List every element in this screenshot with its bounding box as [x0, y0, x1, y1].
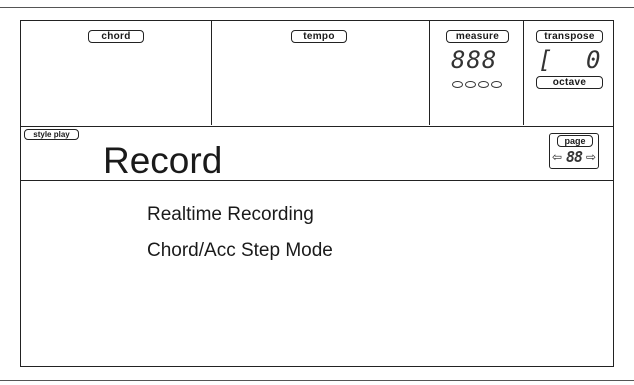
bottom-rule: [0, 380, 634, 381]
measure-cell: measure 888: [430, 21, 524, 125]
page-right-arrow-icon[interactable]: ⇨: [586, 151, 596, 163]
beat-indicator: [465, 81, 476, 88]
top-rule: [0, 7, 634, 8]
octave-label: octave: [536, 76, 603, 89]
chord-label: chord: [88, 30, 144, 43]
page-nav: ⇦ 88 ⇨: [552, 148, 596, 166]
menu-item-chord-acc-step-mode[interactable]: Chord/Acc Step Mode: [147, 240, 333, 262]
header-strip: chord tempo measure 888 transpose [ 0 oc…: [21, 21, 613, 127]
page-selector[interactable]: page ⇦ 88 ⇨: [549, 133, 599, 169]
transpose-label: transpose: [536, 30, 603, 43]
beat-indicator: [452, 81, 463, 88]
tempo-label: tempo: [291, 30, 347, 43]
page-left-arrow-icon[interactable]: ⇦: [552, 151, 562, 163]
beat-indicator: [478, 81, 489, 88]
lcd-display: chord tempo measure 888 transpose [ 0 oc…: [20, 20, 614, 367]
transpose-cell: transpose [ 0 octave: [524, 21, 615, 125]
transpose-sign-display: [: [538, 46, 554, 74]
transpose-value-display: 0: [586, 46, 602, 74]
beat-indicator: [491, 81, 502, 88]
tempo-cell: tempo: [212, 21, 430, 125]
page-label: page: [557, 135, 593, 147]
menu-item-realtime-recording[interactable]: Realtime Recording: [147, 204, 314, 226]
measure-display: 888: [451, 46, 498, 74]
chord-cell: chord: [21, 21, 212, 125]
title-band: style play Record page ⇦ 88 ⇨: [21, 127, 613, 181]
measure-label: measure: [446, 30, 509, 43]
measure-beat-indicators: [452, 81, 502, 88]
mode-label: style play: [24, 129, 79, 140]
page-title: Record: [103, 140, 223, 181]
page-number-display: 88: [565, 148, 583, 166]
